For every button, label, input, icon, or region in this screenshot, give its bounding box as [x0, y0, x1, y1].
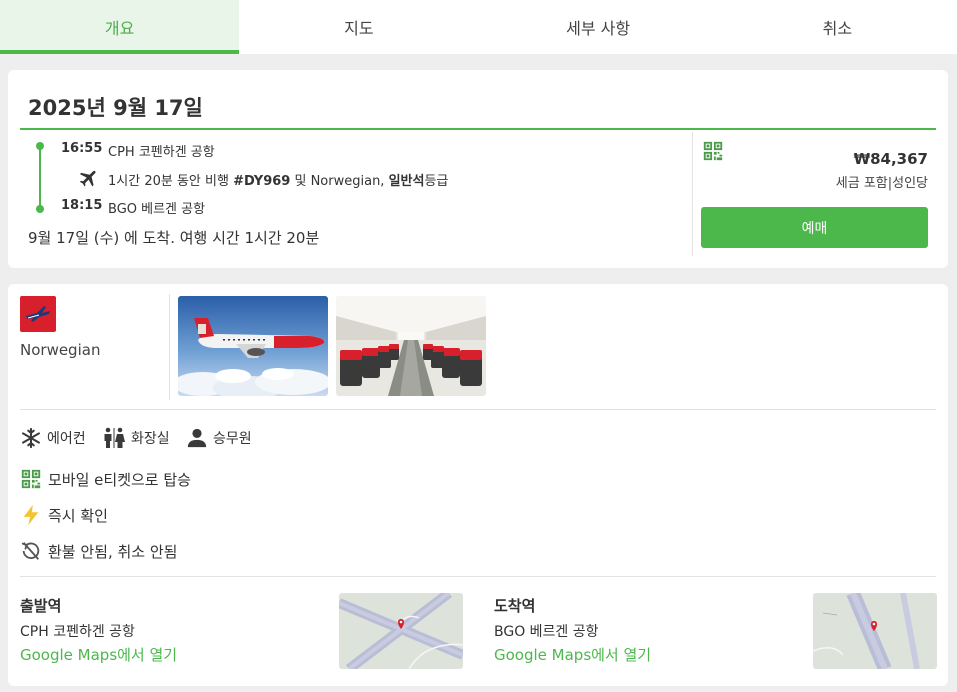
amenity-restroom: 화장실	[102, 427, 170, 449]
section-divider	[20, 576, 936, 577]
arrival-time: 18:15	[61, 198, 103, 213]
arrival-station-title: 도착역	[494, 597, 536, 615]
feature-label: 모바일 e티켓으로 탑승	[48, 470, 191, 489]
arrival-map-thumbnail[interactable]	[813, 593, 937, 669]
qr-code-icon	[703, 141, 723, 161]
departure-airport: CPH 코펜하겐 공항	[108, 145, 215, 160]
airline-logo-plane-icon	[26, 306, 50, 322]
flight-number: #DY969	[233, 174, 291, 189]
amenity-air-conditioning: 에어컨	[20, 427, 86, 449]
tab-bar: 개요 지도 세부 사항 취소	[0, 0, 957, 54]
amenity-label: 승무원	[213, 431, 252, 447]
arrival-maps-link[interactable]: Google Maps에서 열기	[494, 644, 651, 665]
flight-details-card: Norwegian 에어컨 화장실 승무원 모바일 e티켓으로 탑승 즉시 확인…	[8, 284, 948, 686]
header-divider	[20, 128, 936, 130]
segment-suffix: 등급	[424, 174, 449, 189]
flight-segment-info: 1시간 20분 동안 비행 #DY969 및 Norwegian, 일반석등급	[108, 170, 448, 189]
cabin-class: 일반석	[388, 174, 425, 189]
feature-no-refund: 환불 안됨, 취소 안됨	[20, 540, 177, 562]
flight-attendant-icon	[187, 428, 207, 448]
airplane-icon	[79, 170, 96, 187]
tab-map[interactable]: 지도	[239, 0, 478, 54]
price: ₩84,367	[853, 150, 928, 168]
airline-name: Norwegian	[20, 341, 101, 359]
arrival-note: 9월 17일 (수) 에 도착. 여행 시간 1시간 20분	[28, 229, 320, 247]
amenity-label: 화장실	[131, 431, 170, 447]
feature-label: 즉시 확인	[48, 506, 108, 525]
price-note: 세금 포함|성인당	[835, 176, 928, 191]
departure-station-name: CPH 코펜하겐 공항	[20, 624, 135, 640]
feature-label: 환불 안됨, 취소 안됨	[48, 542, 178, 561]
travel-date: 2025년 9월 17일	[28, 96, 203, 120]
tab-overview[interactable]: 개요	[0, 0, 240, 54]
no-refund-icon	[21, 542, 40, 560]
section-divider	[20, 409, 936, 410]
timeline-line	[39, 146, 41, 208]
segment-duration: 1시간 20분 동안 비행	[108, 174, 234, 189]
feature-instant-confirmation: 즉시 확인	[20, 504, 108, 526]
amenity-flight-attendant: 승무원	[186, 427, 252, 449]
snowflake-icon	[22, 427, 40, 449]
departure-dot	[36, 142, 44, 150]
feature-mobile-ticket: 모바일 e티켓으로 탑승	[20, 468, 191, 490]
tab-cancel[interactable]: 취소	[718, 0, 957, 54]
departure-map-thumbnail[interactable]	[339, 593, 463, 669]
departure-station-title: 출발역	[20, 597, 62, 615]
departure-time: 16:55	[61, 141, 103, 156]
flight-summary-card: 2025년 9월 17일 16:55 CPH 코펜하겐 공항 1시간 20분 동…	[8, 70, 948, 268]
price-divider	[692, 132, 693, 256]
arrival-dot	[36, 205, 44, 213]
arrival-station-name: BGO 베르겐 공항	[494, 624, 599, 640]
airline-divider	[169, 294, 170, 400]
amenity-label: 에어컨	[47, 431, 86, 447]
departure-maps-link[interactable]: Google Maps에서 열기	[20, 644, 177, 665]
arrival-airport: BGO 베르겐 공항	[108, 202, 206, 217]
restroom-icon	[104, 427, 125, 448]
segment-airline: 및 Norwegian,	[290, 174, 389, 189]
airline-logo	[20, 296, 56, 332]
cabin-interior-photo[interactable]	[336, 296, 486, 396]
aircraft-exterior-photo[interactable]	[178, 296, 328, 396]
book-button[interactable]: 예매	[701, 207, 928, 248]
lightning-icon	[23, 504, 39, 526]
qr-code-icon	[21, 469, 41, 489]
tab-details[interactable]: 세부 사항	[479, 0, 718, 54]
